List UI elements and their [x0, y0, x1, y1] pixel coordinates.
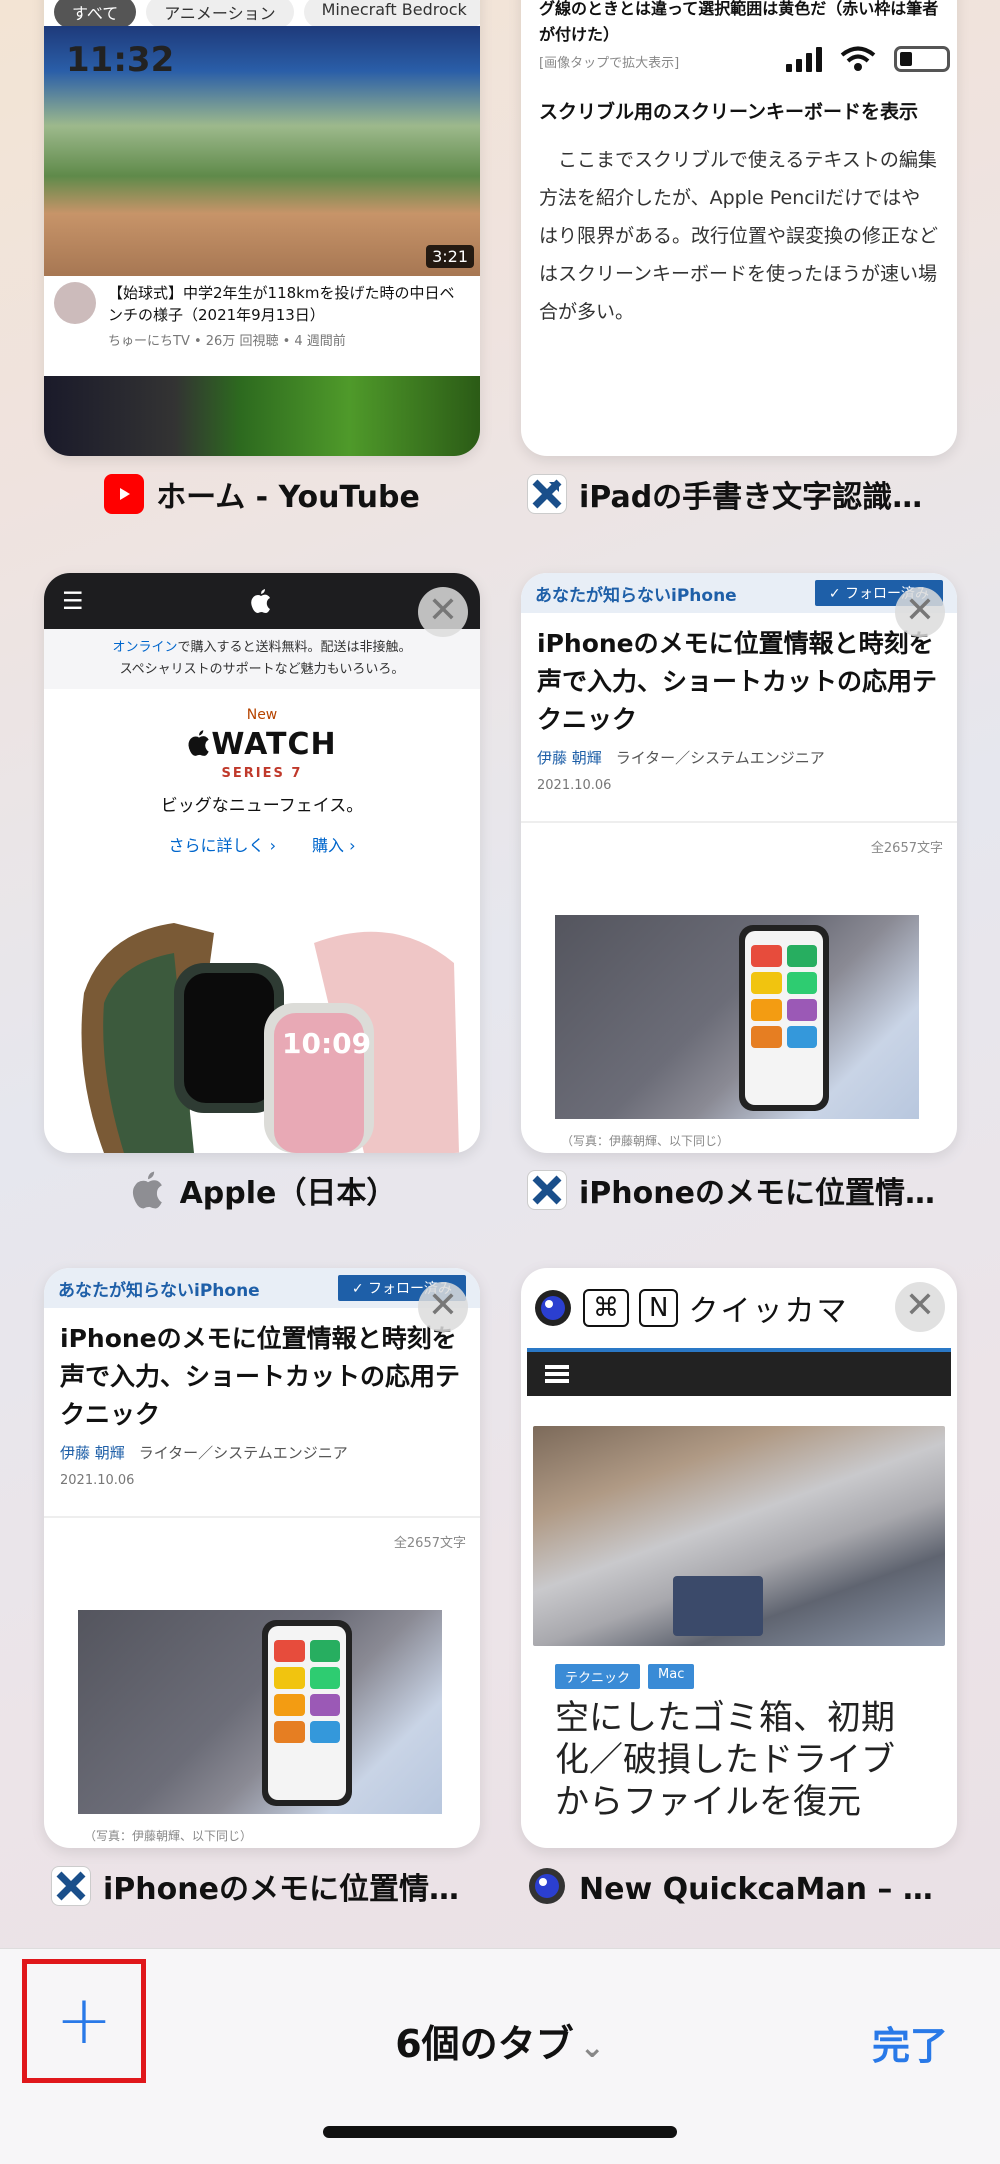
article-heading: スクリブル用のスクリーンキーボードを表示	[539, 101, 919, 123]
command-key-label: ⌘	[583, 1289, 629, 1327]
site-menu-bar	[527, 1348, 951, 1396]
author-name[interactable]: 伊藤 朝輝	[60, 1444, 125, 1462]
quickcaman-icon	[535, 1290, 571, 1326]
battery-icon	[894, 46, 950, 72]
status-time: 11:32	[66, 40, 175, 80]
online-link[interactable]: オンライン	[112, 640, 177, 655]
author-name[interactable]: 伊藤 朝輝	[537, 749, 602, 767]
tab-count-menu[interactable]: 6個のタブ ⌄	[0, 2013, 1000, 2068]
channel-avatar[interactable]	[54, 282, 96, 324]
close-tab-button[interactable]: ✕	[895, 1282, 945, 1332]
youtube-icon	[104, 474, 145, 514]
article-headline: 空にしたゴミ箱、初期化／破損したドライブからファイルを復元	[555, 1698, 895, 1822]
iphone-image	[262, 1620, 352, 1806]
close-tab-button[interactable]: ✕	[895, 587, 945, 637]
x-logo-icon	[527, 474, 567, 514]
tagline: ビッグなニューフェイス。	[160, 796, 364, 816]
article-header: あなたが知らないiPhone ✓ フォロー済み	[44, 1268, 480, 1308]
article-author: 伊藤 朝輝 ライター／システムエンジニア	[44, 1434, 480, 1463]
close-tab-button[interactable]: ✕	[418, 587, 468, 637]
status-icons	[786, 46, 950, 72]
chip[interactable]: Minecraft Bedrock	[303, 0, 480, 28]
tab-title-youtube[interactable]: ホーム - YouTube	[42, 472, 482, 516]
category-label[interactable]: あなたが知らないiPhone	[58, 1276, 260, 1301]
tab-card-iphone-memo[interactable]: あなたが知らないiPhone ✓ フォロー済み iPhoneのメモに位置情報と時…	[521, 573, 957, 1153]
site-title: クイッカマ	[688, 1294, 849, 1329]
chip[interactable]: アニメーション	[146, 0, 294, 28]
apple-nav-bar: ☰	[44, 573, 480, 629]
macbook-image	[533, 1426, 945, 1646]
n-key-label: N	[639, 1289, 679, 1327]
video-stats: ちゅーにちTV • 26万 回視聴 • 4 週間前	[108, 334, 346, 349]
image-caption: テキストを丸で囲むか下線を引くと選択される。ジグザグ線のときとは違って選択範囲は…	[539, 0, 939, 44]
article-title: iPhoneのメモに位置情報と時刻を声で入力、ショートカットの応用テクニック	[60, 1324, 461, 1429]
article-header: あなたが知らないiPhone ✓ フォロー済み	[521, 573, 957, 613]
apple-logo-icon[interactable]	[250, 588, 272, 614]
char-count: 全2657文字	[870, 841, 943, 856]
promo-banner: オンラインで購入すると送料無料。配送は非接触。 スペシャリストのサポートなど魅力…	[44, 629, 480, 689]
tab-title-iphone-memo[interactable]: iPhoneのメモに位置情報…	[518, 1168, 958, 1212]
tab-card-iphone-memo-2[interactable]: あなたが知らないiPhone ✓ フォロー済み iPhoneのメモに位置情報と時…	[44, 1268, 480, 1848]
article-tags: テクニック Mac	[555, 1664, 923, 1689]
char-count: 全2657文字	[393, 1536, 466, 1551]
video-duration: 3:21	[426, 245, 474, 268]
iphone-image	[739, 925, 829, 1111]
photo-caption: （写真：伊藤朝輝、以下同じ）	[561, 1134, 730, 1148]
learn-more-link[interactable]: さらに詳しく ›	[169, 832, 277, 856]
tab-title-iphone-memo-2[interactable]: iPhoneのメモに位置情報…	[42, 1864, 482, 1908]
article-date: 2021.10.06	[537, 778, 612, 793]
tag[interactable]: Mac	[648, 1664, 695, 1689]
tab-card-quickcaman[interactable]: ⌘ N クイッカマ テクニック Mac 空にしたゴミ箱、初期化／破損したドライブ…	[521, 1268, 957, 1848]
buy-link[interactable]: 購入 ›	[312, 832, 356, 856]
menu-icon[interactable]: ☰	[62, 587, 84, 615]
hamburger-menu-icon[interactable]	[545, 1365, 569, 1383]
watch-time: 10:09	[282, 1027, 371, 1060]
chip[interactable]: すべて	[54, 0, 137, 28]
article-title: iPhoneのメモに位置情報と時刻を声で入力、ショートカットの応用テクニック	[537, 629, 938, 734]
tab-count-label: 6個のタブ	[395, 2022, 574, 2066]
video-thumbnail[interactable]	[44, 376, 480, 456]
video-meta: 【始球式】中学2年生が118kmを投げた時の中日ベンチの様子（2021年9月13…	[54, 282, 464, 349]
video-title[interactable]: 【始球式】中学2年生が118kmを投げた時の中日ベンチの様子（2021年9月13…	[108, 282, 464, 326]
product-name: WATCH	[44, 727, 480, 762]
cellular-signal-icon	[786, 46, 822, 72]
apple-logo-icon	[188, 730, 210, 756]
article-author: 伊藤 朝輝 ライター／システムエンジニア	[521, 739, 957, 768]
wifi-icon	[840, 46, 876, 71]
apple-logo-icon	[132, 1171, 162, 1209]
author-role: ライター／システムエンジニア	[138, 1444, 348, 1462]
close-tab-button[interactable]: ✕	[418, 1282, 468, 1332]
tab-title-ipad-article[interactable]: iPadの手書き文字認識「…	[518, 472, 958, 516]
home-indicator[interactable]	[323, 2126, 677, 2138]
site-header: ⌘ N クイッカマ	[521, 1268, 957, 1348]
tab-title-quickcaman[interactable]: New QuickcaMan – 帰っ…	[518, 1864, 958, 1908]
quickcaman-icon	[529, 1868, 565, 1904]
tab-card-apple[interactable]: ☰ オンラインで購入すると送料無料。配送は非接触。 スペシャリストのサポートなど…	[44, 573, 480, 1153]
apple-watch-image: 10:09	[81, 923, 459, 1153]
x-logo-icon	[527, 1170, 567, 1210]
new-label: New	[246, 707, 278, 723]
article-date: 2021.10.06	[60, 1473, 135, 1488]
author-role: ライター／システムエンジニア	[615, 749, 825, 767]
tag[interactable]: テクニック	[555, 1664, 641, 1689]
chevron-down-icon: ⌄	[579, 2030, 605, 2065]
chip-row: すべて アニメーション Minecraft Bedrock	[44, 0, 480, 28]
article-body: ここまでスクリブルで使えるテキストの編集方法を紹介したが、Apple Penci…	[539, 149, 939, 323]
tab-title-apple[interactable]: Apple（日本）	[42, 1168, 482, 1212]
photo-caption: （写真：伊藤朝輝、以下同じ）	[84, 1829, 253, 1843]
article-photo	[78, 1610, 442, 1814]
done-button[interactable]: 完了	[872, 2015, 948, 2070]
category-label[interactable]: あなたが知らないiPhone	[535, 581, 737, 606]
product-links: さらに詳しく › 購入 ›	[44, 832, 480, 856]
product-series: SERIES 7	[221, 766, 303, 781]
x-logo-icon	[51, 1866, 91, 1906]
article-photo	[555, 915, 919, 1119]
